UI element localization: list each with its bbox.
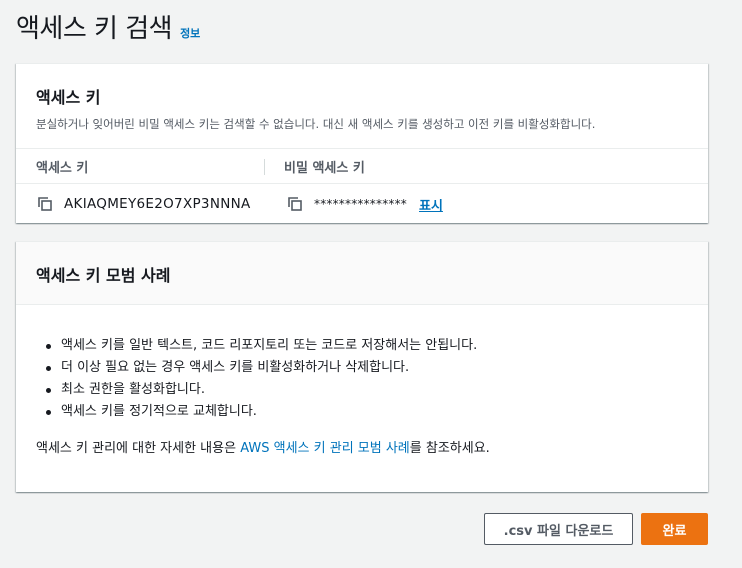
access-key-id: AKIAQMEY6E2O7XP3NNNA [64,196,251,212]
secret-key-cell: *************** 표시 [286,184,443,224]
access-key-cell: AKIAQMEY6E2O7XP3NNNA [36,184,251,224]
footer-suffix: 를 참조하세요. [409,441,490,456]
done-button[interactable]: 완료 [641,513,708,545]
page-header: 액세스 키 검색 정보 [16,8,200,45]
list-item: 액세스 키를 정기적으로 교체합니다. [46,401,688,423]
best-practices-title: 액세스 키 모범 사례 [36,266,171,285]
access-key-card-header: 액세스 키 분실하거나 잊어버린 비밀 액세스 키는 검색할 수 없습니다. 대… [16,64,708,148]
column-header-secret-key: 비밀 액세스 키 [284,160,365,176]
best-practices-body: 액세스 키를 일반 텍스트, 코드 리포지토리 또는 코드로 저장해서는 안됩니… [16,305,708,456]
list-item: 액세스 키를 일반 텍스트, 코드 리포지토리 또는 코드로 저장해서는 안됩니… [46,335,688,357]
list-item: 더 이상 필요 없는 경우 액세스 키를 비활성화하거나 삭제합니다. [46,357,688,379]
info-link[interactable]: 정보 [180,25,200,41]
column-header-access-key: 액세스 키 [36,160,89,176]
copy-icon[interactable] [36,195,54,213]
download-csv-button[interactable]: .csv 파일 다운로드 [484,513,633,545]
keys-table-header: 액세스 키 비밀 액세스 키 [16,148,708,184]
copy-icon[interactable] [286,195,304,213]
best-practices-list: 액세스 키를 일반 텍스트, 코드 리포지토리 또는 코드로 저장해서는 안됩니… [36,335,688,423]
best-practices-doc-link[interactable]: AWS 액세스 키 관리 모범 사례 [240,441,410,456]
list-item: 최소 권한을 활성화합니다. [46,379,688,401]
best-practices-footer: 액세스 키 관리에 대한 자세한 내용은 AWS 액세스 키 관리 모범 사례를… [36,437,688,456]
access-key-card-title: 액세스 키 [36,88,101,107]
footer-prefix: 액세스 키 관리에 대한 자세한 내용은 [36,441,241,456]
best-practices-card: 액세스 키 모범 사례 액세스 키를 일반 텍스트, 코드 리포지토리 또는 코… [16,241,708,492]
keys-table-row: AKIAQMEY6E2O7XP3NNNA *************** 표시 [16,184,708,224]
show-secret-link[interactable]: 표시 [419,195,443,214]
best-practices-card-header: 액세스 키 모범 사례 [16,242,708,305]
column-divider [264,159,265,175]
access-key-card-description: 분실하거나 잊어버린 비밀 액세스 키는 검색할 수 없습니다. 대신 새 액세… [36,117,596,131]
secret-key-masked: *************** [314,197,407,211]
page-title: 액세스 키 검색 [16,14,173,44]
access-key-card: 액세스 키 분실하거나 잊어버린 비밀 액세스 키는 검색할 수 없습니다. 대… [16,63,708,223]
